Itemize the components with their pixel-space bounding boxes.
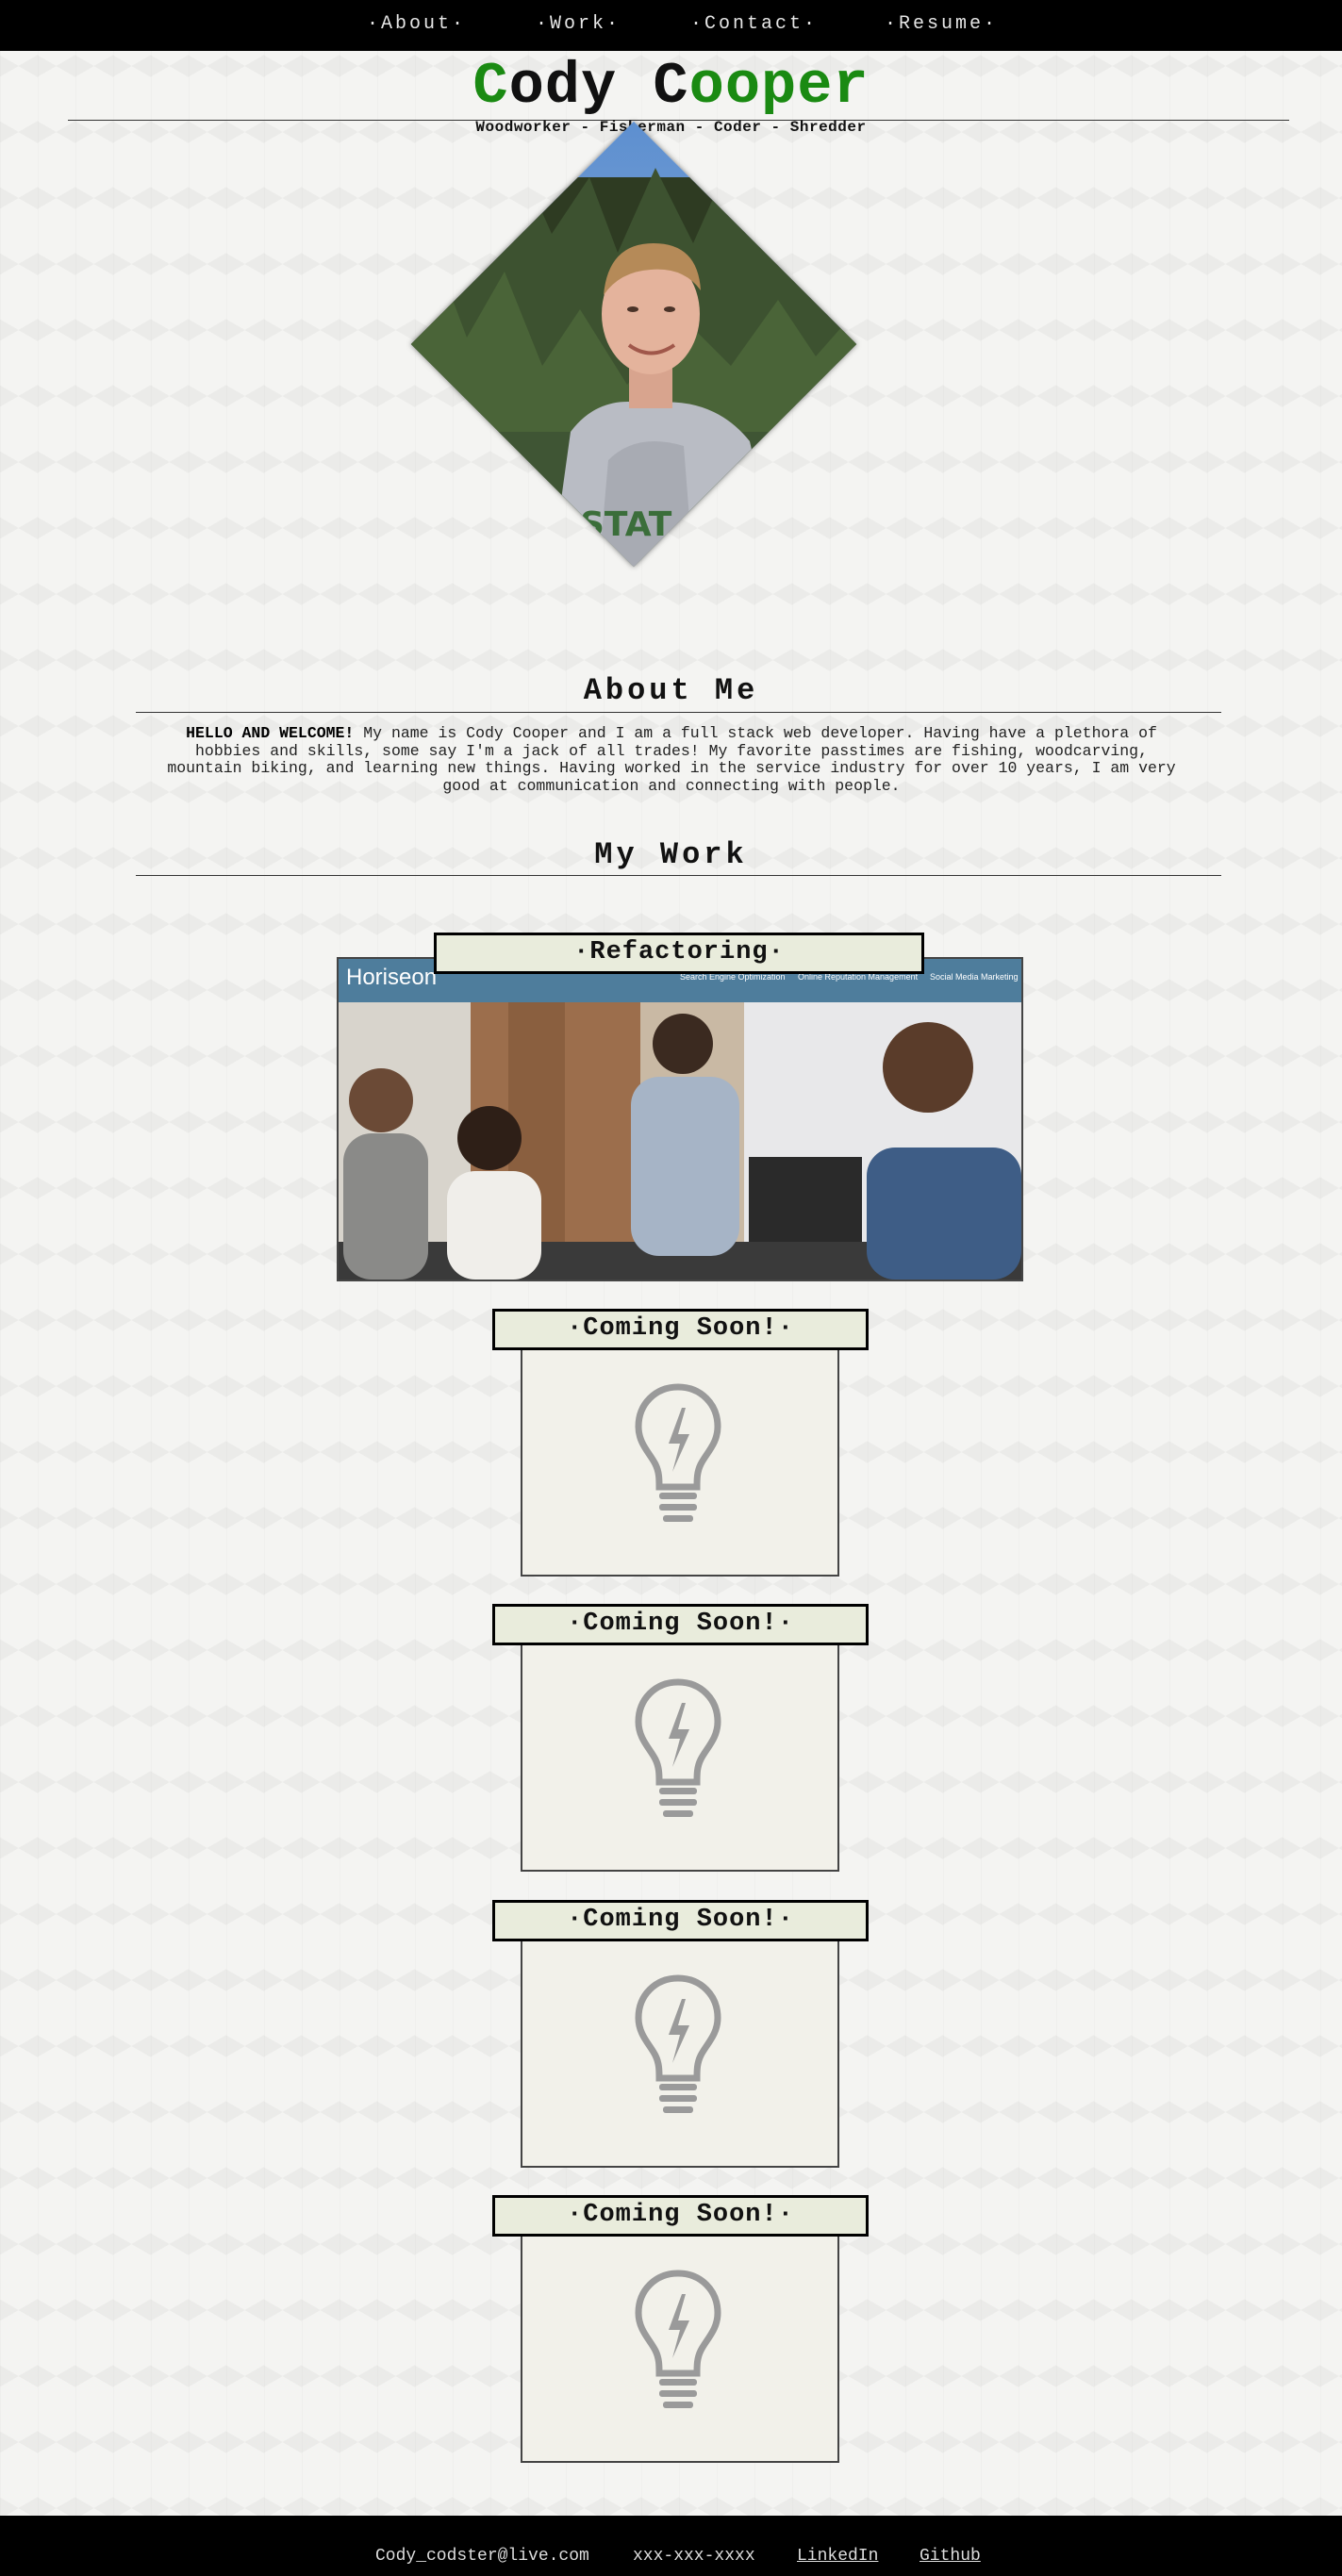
profile-photo-graphic: STAT [410, 121, 857, 568]
work-heading: My Work [594, 837, 748, 872]
coming-soon-label-1[interactable]: ·Coming Soon!· [492, 1309, 869, 1350]
about-divider [136, 712, 1221, 713]
coming-soon-label-2[interactable]: ·Coming Soon!· [492, 1604, 869, 1645]
title-ody: ody [508, 53, 618, 120]
project-card-refactoring[interactable]: Horiseon Search Engine Optimization Onli… [337, 957, 1023, 1281]
lightbulb-icon [635, 2270, 721, 2408]
nav-work-link[interactable]: ·Work· [536, 13, 621, 35]
profile-photo: STAT [410, 121, 857, 568]
screenshot-nav-3: Social Media Marketing [930, 972, 1019, 982]
top-nav: ·About· ·Work· ·Contact· ·Resume· [0, 0, 1342, 51]
lightbulb-icon [635, 1678, 721, 1817]
work-divider [136, 875, 1221, 876]
site-subtitle: Woodworker - Fisherman - Coder - Shredde… [475, 119, 867, 136]
project-label-refactoring[interactable]: ·Refactoring· [434, 933, 924, 974]
screenshot-brand: Horiseon [346, 965, 438, 990]
footer-linkedin-link[interactable]: LinkedIn [797, 2547, 878, 2566]
coming-soon-label-4[interactable]: ·Coming Soon!· [492, 2195, 869, 2237]
nav-contact-link[interactable]: ·Contact· [690, 13, 818, 35]
footer-email-link[interactable]: Cody_codster@live.com [375, 2547, 589, 2566]
lightbulb-icon [635, 1383, 721, 1522]
title-ooper: ooper [688, 53, 870, 120]
footer-phone: xxx-xxx-xxxx [633, 2547, 755, 2566]
site-title: Cody Cooper [0, 49, 1342, 124]
nav-resume-link[interactable]: ·Resume· [885, 13, 998, 35]
site-footer: Cody_codster@live.com xxx-xxx-xxxx Linke… [0, 2516, 1342, 2576]
title-c: C [617, 53, 689, 120]
svg-text:STAT: STAT [580, 505, 672, 544]
project-screenshot [339, 959, 1021, 1280]
about-heading: About Me [583, 673, 759, 708]
footer-github-link[interactable]: Github [920, 2547, 981, 2566]
nav-about-link[interactable]: ·About· [367, 13, 466, 35]
lightbulb-icon [635, 1974, 721, 2113]
coming-soon-label-3[interactable]: ·Coming Soon!· [492, 1900, 869, 1941]
title-initial-c: C [472, 53, 509, 120]
about-lead: HELLO AND WELCOME! [186, 724, 355, 742]
about-paragraph: HELLO AND WELCOME! My name is Cody Coope… [166, 724, 1177, 795]
